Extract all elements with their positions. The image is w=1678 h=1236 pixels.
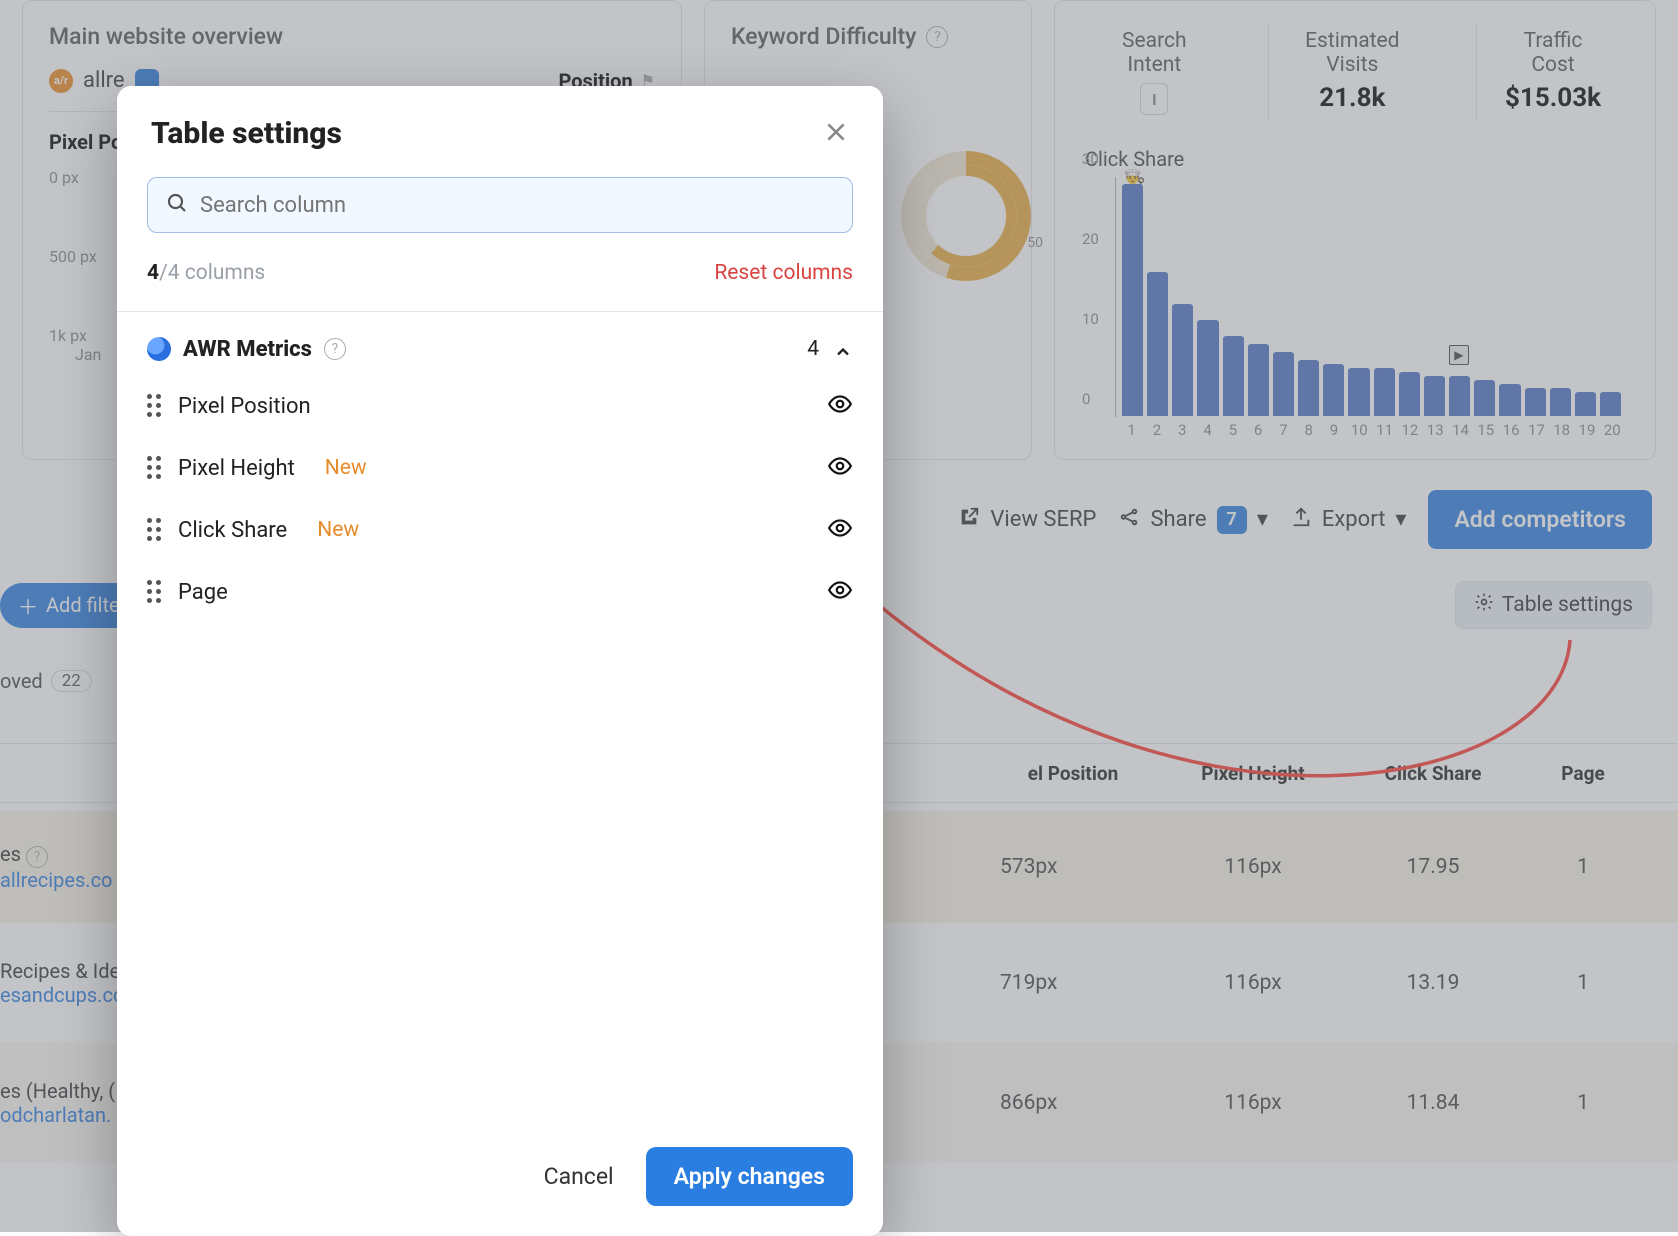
chevron-up-icon — [833, 336, 853, 362]
column-name: Click Share — [178, 518, 287, 543]
drag-handle-icon[interactable] — [147, 456, 162, 480]
drag-handle-icon[interactable] — [147, 394, 162, 418]
count-total: 4 columns — [168, 261, 266, 285]
column-item: Page — [147, 564, 853, 620]
column-name: Pixel Height — [178, 456, 295, 481]
group-name: AWR Metrics — [183, 337, 312, 362]
group-header-awr-metrics[interactable]: AWR Metrics ? 4 — [117, 312, 883, 368]
apply-changes-button[interactable]: Apply changes — [646, 1147, 853, 1206]
table-settings-modal: Table settings 4/4 columns Reset columns… — [117, 86, 883, 1236]
search-column-input[interactable] — [147, 177, 853, 233]
close-button[interactable] — [823, 119, 849, 149]
eye-icon — [827, 402, 853, 421]
cancel-button[interactable]: Cancel — [538, 1162, 620, 1191]
count-selected: 4 — [147, 261, 159, 285]
column-count: 4/4 columns — [147, 261, 265, 285]
awr-logo-icon — [147, 337, 171, 361]
close-icon — [823, 119, 849, 145]
modal-title: Table settings — [151, 116, 342, 151]
column-name: Pixel Position — [178, 394, 311, 419]
column-item: Pixel Position — [147, 378, 853, 434]
column-item: Click Share New — [147, 502, 853, 558]
visibility-toggle[interactable] — [827, 515, 853, 545]
reset-columns-button[interactable]: Reset columns — [714, 261, 853, 285]
search-icon — [165, 191, 189, 219]
visibility-toggle[interactable] — [827, 391, 853, 421]
eye-icon — [827, 464, 853, 483]
eye-icon — [827, 588, 853, 607]
visibility-toggle[interactable] — [827, 453, 853, 483]
visibility-toggle[interactable] — [827, 577, 853, 607]
new-badge: New — [317, 518, 359, 542]
drag-handle-icon[interactable] — [147, 518, 162, 542]
count-sep: / — [159, 261, 168, 285]
eye-icon — [827, 526, 853, 545]
column-item: Pixel Height New — [147, 440, 853, 496]
group-count: 4 — [807, 337, 819, 361]
column-name: Page — [178, 580, 228, 605]
new-badge: New — [325, 456, 367, 480]
drag-handle-icon[interactable] — [147, 580, 162, 604]
help-icon[interactable]: ? — [324, 338, 346, 360]
